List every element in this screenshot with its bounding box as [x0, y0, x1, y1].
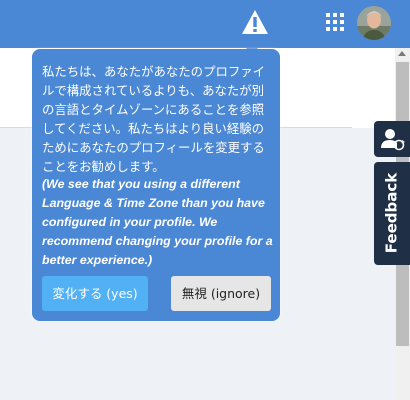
- apps-grid-icon[interactable]: [326, 13, 344, 31]
- scroll-up-arrow[interactable]: [398, 51, 406, 56]
- message-english: (We see that you using a different Langu…: [42, 177, 273, 267]
- feedback-tab[interactable]: Feedback: [374, 162, 410, 265]
- message-japanese: 私たちは、あなたがあなたのプロファイルで構成されているよりも、あなたが別の言語と…: [42, 64, 266, 174]
- ignore-button[interactable]: 無視 (ignore): [171, 276, 271, 311]
- feedback-label: Feedback: [382, 172, 401, 254]
- avatar[interactable]: [357, 6, 391, 40]
- user-switch-button[interactable]: [374, 121, 410, 157]
- avatar-image: [357, 6, 391, 40]
- warning-icon[interactable]: [241, 9, 269, 35]
- yes-change-button[interactable]: 変化する (yes): [42, 276, 148, 311]
- user-switch-icon: [381, 129, 405, 151]
- top-bar: [0, 0, 410, 48]
